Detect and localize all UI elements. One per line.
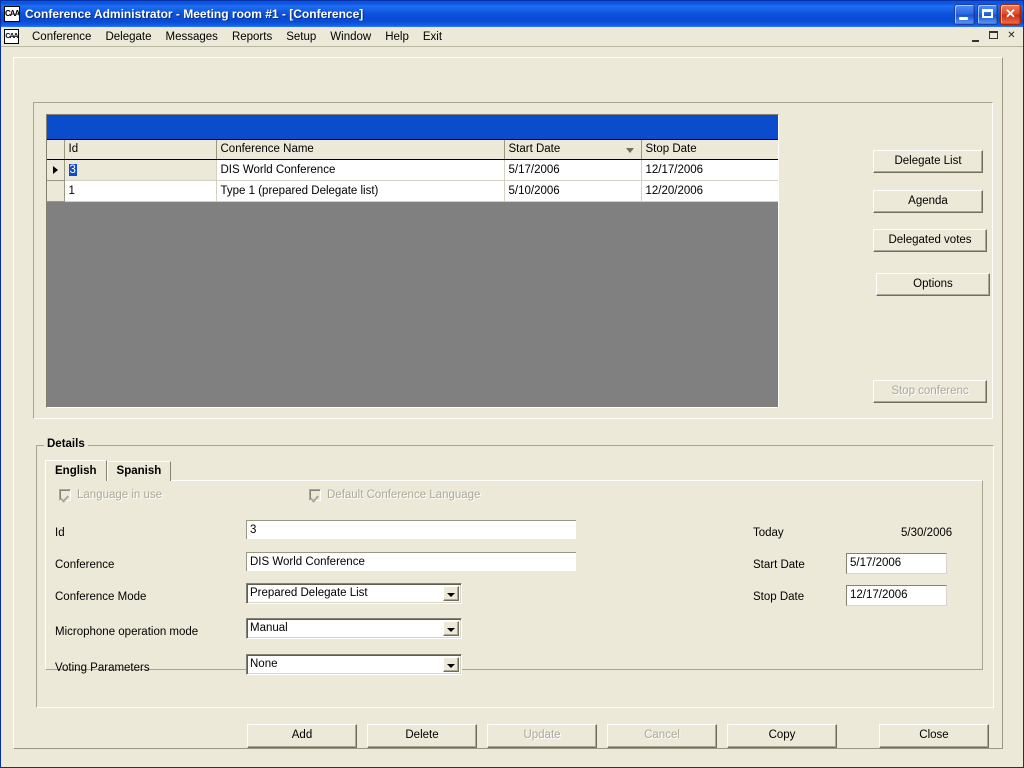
tab-english[interactable]: English (45, 460, 107, 481)
tab-spanish[interactable]: Spanish (106, 461, 172, 481)
window-controls: ✕ (954, 3, 1021, 25)
maximize-icon (982, 8, 993, 18)
details-legend: Details (44, 438, 88, 450)
cell-id-text: 3 (68, 163, 77, 176)
cell-stop-date[interactable]: 12/20/2006 (641, 180, 778, 202)
menu-item-messages[interactable]: Messages (159, 29, 225, 45)
table-row[interactable]: 1 Type 1 (prepared Delegate list) 5/10/2… (47, 180, 778, 202)
row-indicator-cell[interactable] (47, 159, 65, 181)
menu-item-help[interactable]: Help (378, 29, 416, 45)
current-row-arrow-icon (52, 165, 58, 174)
details-group-box: Details English Spanish Language in use (36, 438, 994, 748)
options-button[interactable]: Options (876, 273, 990, 296)
close-icon: ✕ (1005, 5, 1016, 21)
row-selector-header (47, 140, 65, 160)
mdi-child-icon[interactable]: CAA (4, 29, 19, 44)
stop-conference-button: Stop conferenc (873, 380, 987, 403)
mdi-restore-button[interactable] (986, 29, 1001, 43)
cell-id[interactable]: 3 (64, 159, 217, 181)
grid-caption-bar (47, 115, 778, 140)
cell-id[interactable]: 1 (64, 180, 217, 202)
column-header-conference-name[interactable]: Conference Name (216, 140, 505, 160)
add-button[interactable]: Add (247, 724, 357, 748)
table-header-row: Id Conference Name Start Date Stop Date (47, 140, 778, 160)
menu-bar: CAA Conference Delegate Messages Reports… (1, 27, 1023, 46)
table-row[interactable]: 3 DIS World Conference 5/17/2006 12/17/2… (47, 159, 778, 181)
menu-item-window[interactable]: Window (323, 29, 378, 45)
menu-item-delegate[interactable]: Delegate (98, 29, 158, 45)
cell-conference-name[interactable]: Type 1 (prepared Delegate list) (216, 180, 505, 202)
conference-form: Id Conference Name Start Date Stop Date (13, 57, 1003, 749)
title-bar: CAA Conference Administrator - Meeting r… (1, 1, 1023, 27)
menu-item-setup[interactable]: Setup (279, 29, 323, 45)
column-header-stop-date[interactable]: Stop Date (641, 140, 778, 160)
mdi-close-button[interactable]: ✕ (1004, 29, 1019, 43)
delegated-votes-button[interactable]: Delegated votes (873, 229, 987, 252)
mdi-restore-icon (989, 31, 998, 39)
cell-conference-name[interactable]: DIS World Conference (216, 159, 505, 181)
column-header-start-date[interactable]: Start Date (504, 140, 642, 160)
conference-grid[interactable]: Id Conference Name Start Date Stop Date (46, 114, 779, 408)
close-button[interactable]: ✕ (1000, 3, 1021, 25)
mdi-window-controls: ✕ (968, 29, 1019, 43)
language-tab-strip: English Spanish (45, 460, 172, 481)
close-form-button[interactable]: Close (879, 724, 989, 748)
application-window: CAA Conference Administrator - Meeting r… (0, 0, 1024, 768)
cell-stop-date[interactable]: 12/17/2006 (641, 159, 778, 181)
window-title: Conference Administrator - Meeting room … (25, 7, 364, 21)
column-header-id[interactable]: Id (64, 140, 217, 160)
conference-table: Id Conference Name Start Date Stop Date (47, 140, 778, 202)
conference-list-panel: Id Conference Name Start Date Stop Date (33, 102, 993, 419)
delegate-list-button[interactable]: Delegate List (873, 150, 983, 173)
minimize-icon (959, 16, 968, 20)
maximize-button[interactable] (977, 3, 998, 25)
delete-button[interactable]: Delete (367, 724, 477, 748)
mdi-client-area: Id Conference Name Start Date Stop Date (1, 46, 1023, 767)
copy-button[interactable]: Copy (727, 724, 837, 748)
cancel-button: Cancel (607, 724, 717, 748)
column-header-start-date-label: Start Date (508, 143, 561, 156)
menu-item-conference[interactable]: Conference (25, 29, 98, 45)
cell-start-date[interactable]: 5/10/2006 (504, 180, 642, 202)
menu-item-exit[interactable]: Exit (416, 29, 449, 45)
action-button-bar: Add Delete Update Cancel Copy Close (36, 438, 994, 748)
app-icon: CAA (4, 6, 20, 22)
sort-descending-icon (625, 148, 634, 153)
update-button: Update (487, 724, 597, 748)
row-indicator-cell[interactable] (47, 180, 65, 202)
menu-item-reports[interactable]: Reports (225, 29, 279, 45)
mdi-minimize-icon (972, 40, 979, 42)
minimize-button[interactable] (954, 3, 975, 25)
agenda-button[interactable]: Agenda (873, 190, 983, 213)
mdi-minimize-button[interactable] (968, 29, 983, 43)
cell-start-date[interactable]: 5/17/2006 (504, 159, 642, 181)
